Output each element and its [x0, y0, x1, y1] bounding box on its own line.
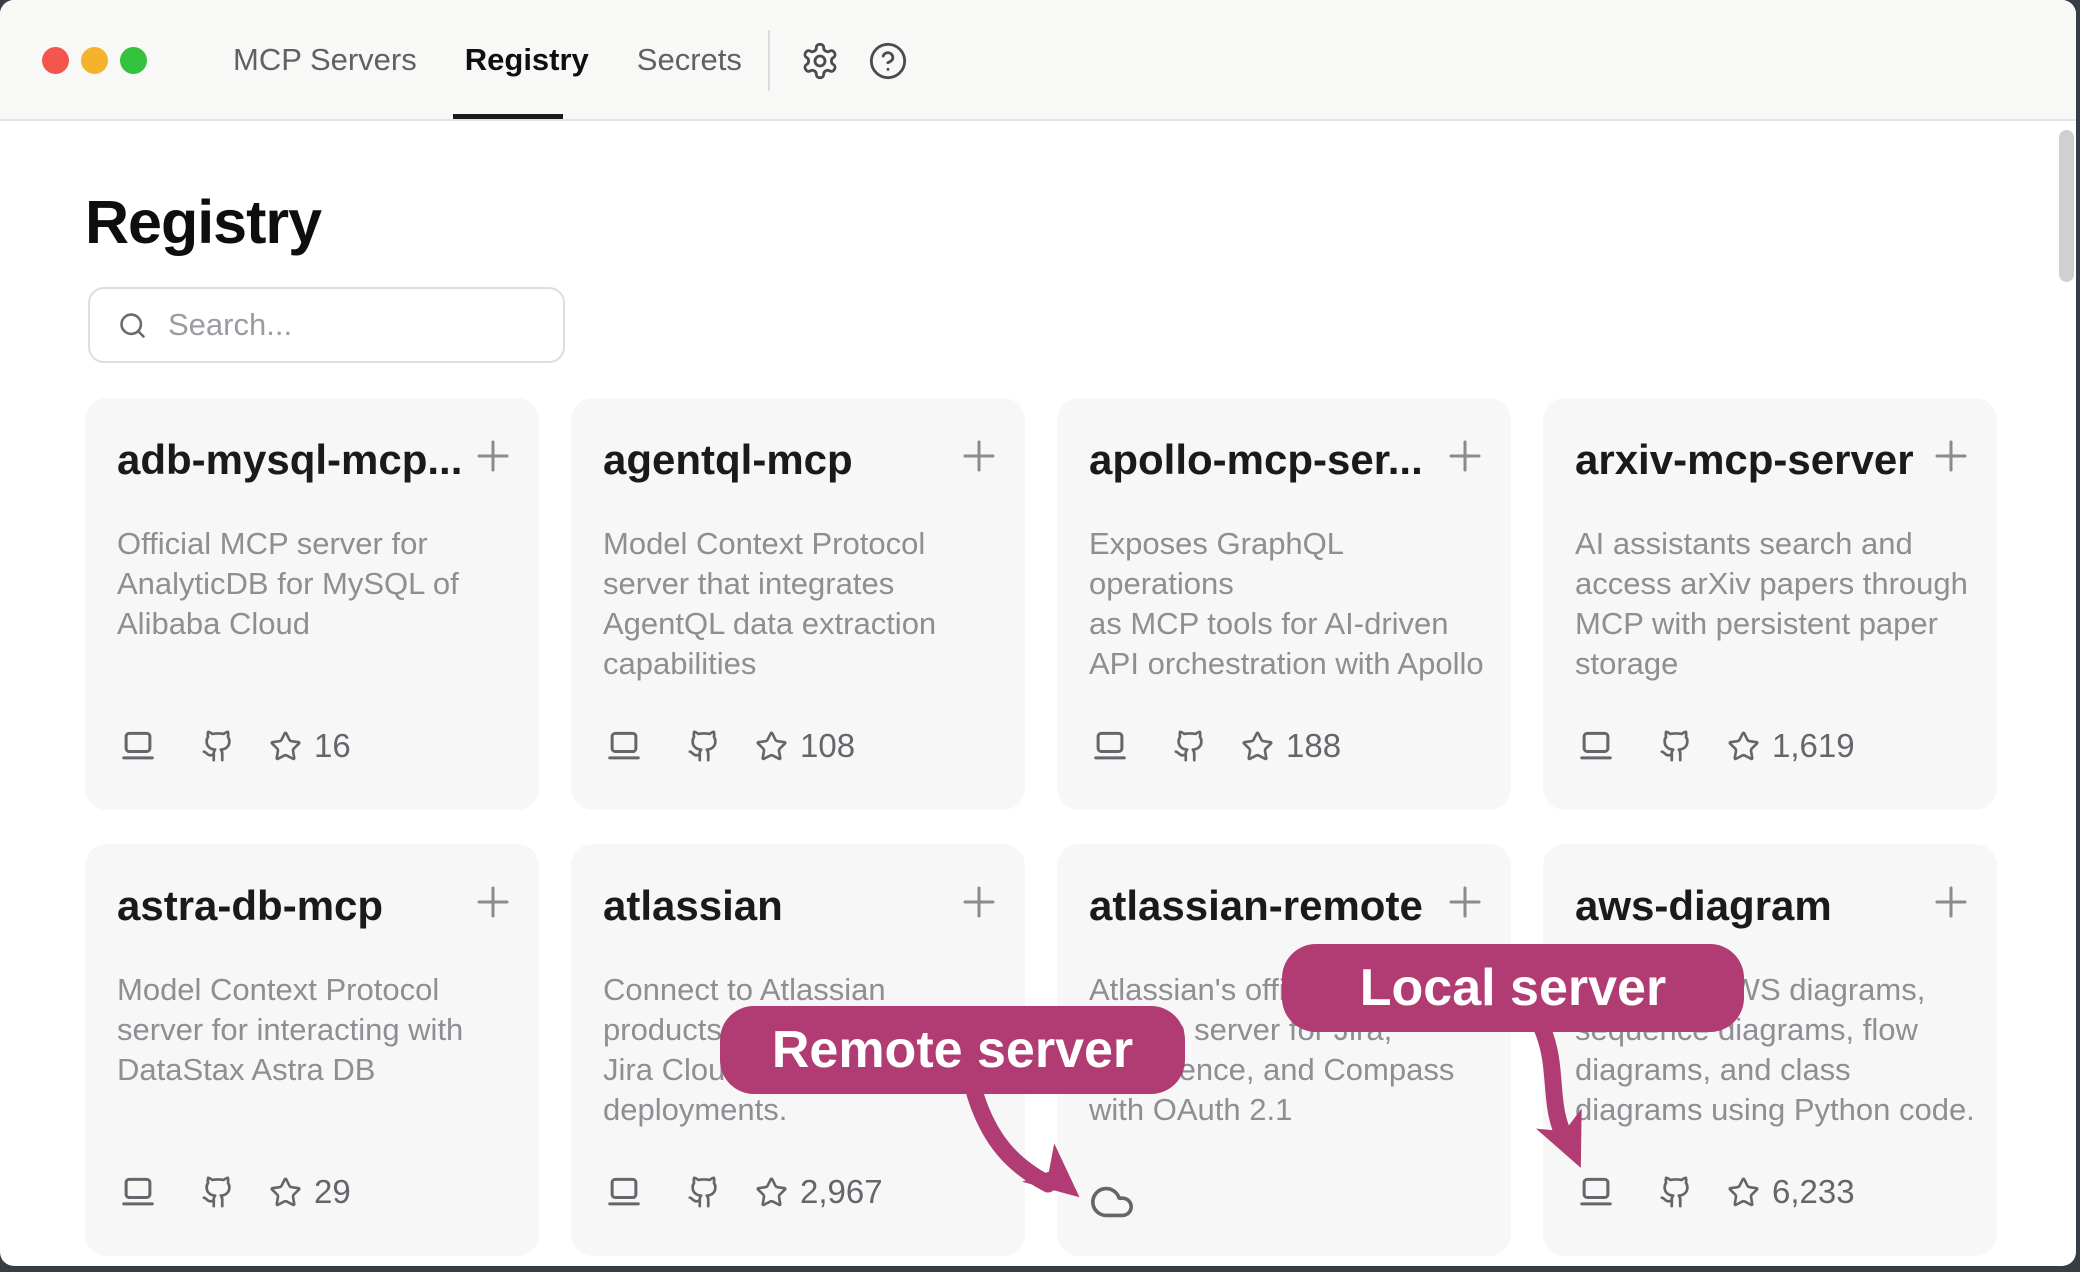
- star-count: 1,619: [1772, 727, 1855, 765]
- server-card-footer: [1089, 1172, 1135, 1212]
- server-card-footer: 1,619: [1575, 726, 1855, 766]
- github-icon[interactable]: [201, 1175, 235, 1209]
- tab-secrets[interactable]: Secrets: [637, 42, 742, 78]
- local-server-laptop-icon: [1577, 727, 1615, 765]
- github-icon[interactable]: [687, 729, 721, 763]
- star-count: 108: [800, 727, 855, 765]
- server-name: astra-db-mcp: [117, 882, 383, 930]
- minimize-window-button[interactable]: [81, 47, 108, 74]
- server-description: Model Context Protocolserver that integr…: [603, 524, 1003, 684]
- local-server-laptop-icon: [1577, 1173, 1615, 1211]
- server-description: Exposes GraphQL operationsas MCP tools f…: [1089, 524, 1489, 684]
- tab-registry[interactable]: Registry: [465, 42, 589, 78]
- server-card[interactable]: agentql-mcp Model Context Protocolserver…: [571, 398, 1025, 810]
- server-description: Model Context Protocolserver for interac…: [117, 970, 517, 1090]
- star-count: 29: [314, 1173, 351, 1211]
- server-name: arxiv-mcp-server: [1575, 436, 1914, 484]
- remote-server-cloud-icon: [1089, 1179, 1135, 1225]
- star-count: 188: [1286, 727, 1341, 765]
- server-card-footer: 2,967: [603, 1172, 883, 1212]
- github-icon[interactable]: [201, 729, 235, 763]
- server-description: AI assistants search andaccess arXiv pap…: [1575, 524, 1975, 684]
- server-description: Official MCP server forAnalyticDB for My…: [117, 524, 517, 644]
- local-server-laptop-icon: [1091, 727, 1129, 765]
- server-card-footer: 6,233: [1575, 1172, 1855, 1212]
- close-window-button[interactable]: [42, 47, 69, 74]
- zoom-window-button[interactable]: [120, 47, 147, 74]
- window-toolbar: MCP Servers Registry Secrets: [0, 0, 2076, 121]
- server-name: adb-mysql-mcp...: [117, 436, 462, 484]
- server-card[interactable]: apollo-mcp-ser... Exposes GraphQL operat…: [1057, 398, 1511, 810]
- github-icon[interactable]: [687, 1175, 721, 1209]
- star-icon: [269, 730, 302, 763]
- add-server-button[interactable]: [1927, 878, 1975, 926]
- add-server-button[interactable]: [1441, 878, 1489, 926]
- main-tabs: MCP Servers Registry Secrets: [233, 0, 742, 119]
- server-card-footer: 29: [117, 1172, 351, 1212]
- star-icon: [755, 730, 788, 763]
- scrollbar-thumb[interactable]: [2059, 130, 2074, 282]
- window-controls: [42, 47, 147, 74]
- remote-server-callout: Remote server: [720, 1006, 1185, 1094]
- help-icon[interactable]: [868, 41, 908, 81]
- server-card-footer: 16: [117, 726, 351, 766]
- server-card-grid: adb-mysql-mcp... Official MCP server for…: [85, 398, 1997, 1256]
- page-title: Registry: [85, 187, 321, 257]
- local-server-laptop-icon: [605, 727, 643, 765]
- github-icon[interactable]: [1659, 729, 1693, 763]
- server-card[interactable]: arxiv-mcp-server AI assistants search an…: [1543, 398, 1997, 810]
- local-server-laptop-icon: [119, 727, 157, 765]
- server-name: atlassian: [603, 882, 783, 930]
- star-icon: [1241, 730, 1274, 763]
- server-name: atlassian-remote: [1089, 882, 1423, 930]
- add-server-button[interactable]: [1927, 432, 1975, 480]
- server-name: aws-diagram: [1575, 882, 1832, 930]
- add-server-button[interactable]: [469, 432, 517, 480]
- github-icon[interactable]: [1659, 1175, 1693, 1209]
- add-server-button[interactable]: [955, 432, 1003, 480]
- server-name: apollo-mcp-ser...: [1089, 436, 1423, 484]
- add-server-button[interactable]: [469, 878, 517, 926]
- screen: MCP Servers Registry Secrets: [0, 0, 2080, 1272]
- star-icon: [269, 1176, 302, 1209]
- settings-gear-icon[interactable]: [800, 41, 840, 81]
- search-icon: [117, 310, 148, 341]
- toolbar-divider: [768, 30, 770, 91]
- search-input[interactable]: [166, 306, 536, 344]
- star-count: 16: [314, 727, 351, 765]
- star-count: 2,967: [800, 1173, 883, 1211]
- star-icon: [1727, 1176, 1760, 1209]
- local-server-laptop-icon: [605, 1173, 643, 1211]
- server-card[interactable]: adb-mysql-mcp... Official MCP server for…: [85, 398, 539, 810]
- local-server-laptop-icon: [119, 1173, 157, 1211]
- search-box[interactable]: [88, 287, 565, 363]
- star-icon: [1727, 730, 1760, 763]
- server-card-footer: 188: [1089, 726, 1341, 766]
- add-server-button[interactable]: [955, 878, 1003, 926]
- server-card-footer: 108: [603, 726, 855, 766]
- server-card[interactable]: aws-diagram Generate AWS diagrams,sequen…: [1543, 844, 1997, 1256]
- server-card[interactable]: astra-db-mcp Model Context Protocolserve…: [85, 844, 539, 1256]
- github-icon[interactable]: [1173, 729, 1207, 763]
- active-tab-indicator: [453, 114, 563, 119]
- star-count: 6,233: [1772, 1173, 1855, 1211]
- tab-mcp-servers[interactable]: MCP Servers: [233, 42, 417, 78]
- star-icon: [755, 1176, 788, 1209]
- server-name: agentql-mcp: [603, 436, 853, 484]
- add-server-button[interactable]: [1441, 432, 1489, 480]
- local-server-callout: Local server: [1282, 944, 1744, 1032]
